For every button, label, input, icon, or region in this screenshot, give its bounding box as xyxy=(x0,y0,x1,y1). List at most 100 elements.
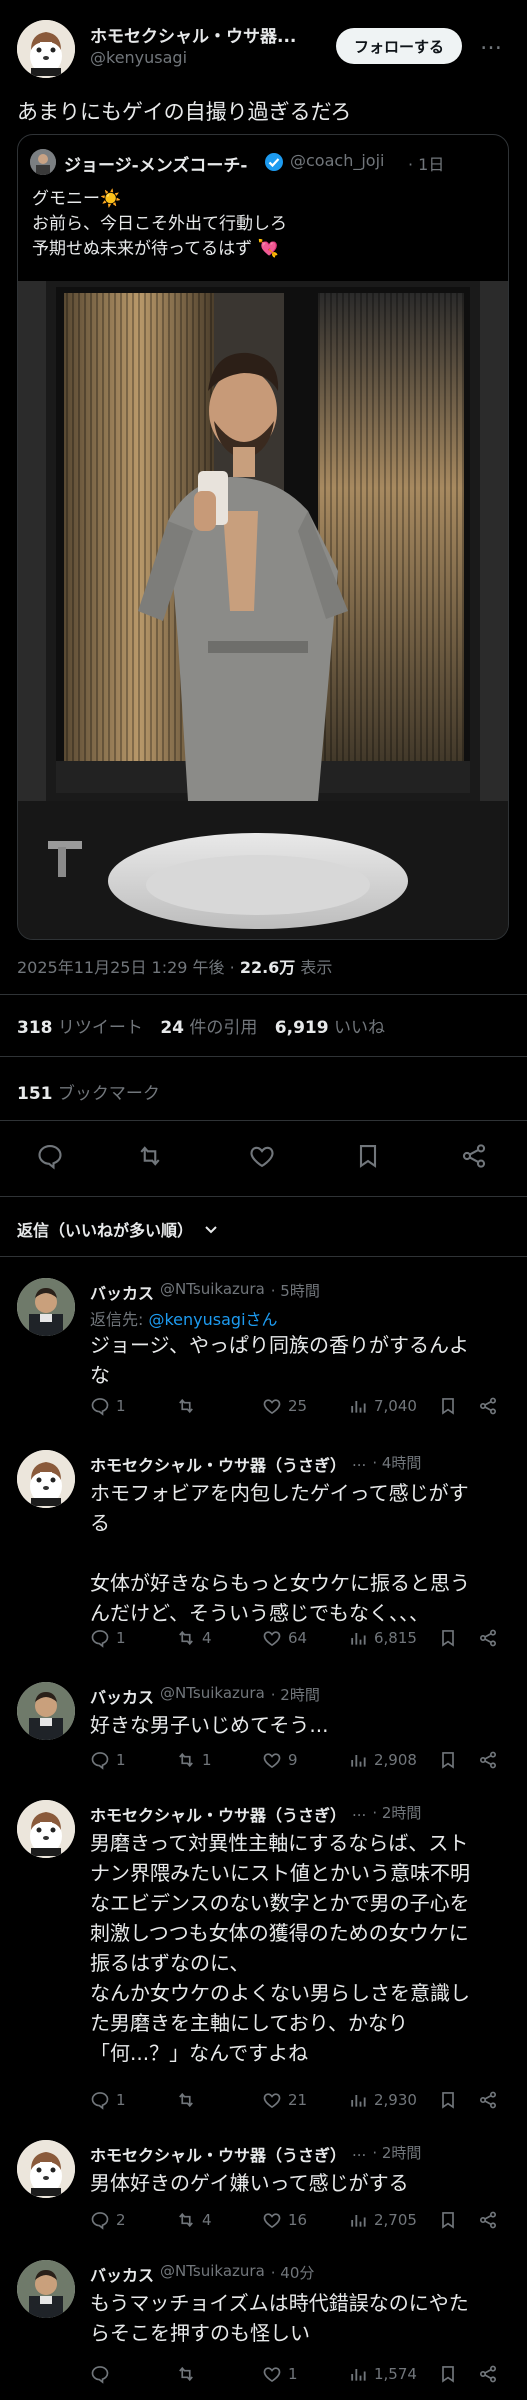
author-avatar[interactable] xyxy=(17,20,75,78)
share-button[interactable] xyxy=(478,2210,498,2230)
reply-to-handle[interactable]: @kenyusagiさん xyxy=(148,1310,277,1329)
share-button[interactable] xyxy=(478,2090,498,2110)
retweet-button[interactable] xyxy=(176,2090,202,2110)
bookmark-button[interactable] xyxy=(438,2210,458,2230)
retweet-button[interactable] xyxy=(176,2364,202,2384)
quote-handle: @coach_joji xyxy=(290,151,385,170)
more-options-icon[interactable]: … xyxy=(480,30,502,55)
views-button[interactable]: 2,705 xyxy=(348,2210,417,2230)
author-handle[interactable]: @kenyusagi xyxy=(90,48,187,67)
retweet-button[interactable] xyxy=(176,1396,202,1416)
quote-photo[interactable] xyxy=(18,281,508,939)
views-button[interactable]: 2,930 xyxy=(348,2090,417,2110)
bookmark-stat[interactable]: 151 ブックマーク xyxy=(17,1079,160,1104)
reply-header: バッカス @NTsuikazura · 40分 xyxy=(90,2262,314,2286)
bookmark-icon xyxy=(438,2210,458,2230)
reply-text-line: もうマッチョイズムは時代錯誤なのにやた xyxy=(90,2291,469,2315)
reply-author-name[interactable]: ホモセクシャル・ウサ器（うさぎ） xyxy=(90,2142,346,2166)
share-icon[interactable] xyxy=(460,1142,488,1170)
reply-avatar[interactable] xyxy=(17,2260,75,2318)
like-button[interactable]: 21 xyxy=(262,2090,307,2110)
bookmark-icon xyxy=(438,2090,458,2110)
divider xyxy=(0,994,527,995)
bookmark-button[interactable] xyxy=(438,1628,458,1648)
reply-button[interactable]: 2 xyxy=(90,2210,126,2230)
like-stat[interactable]: 6,919 いいね xyxy=(275,1018,385,1038)
reply-text-line: ジョージ、やっぱり同族の香りがするんよ xyxy=(90,1333,469,1357)
reply-button[interactable]: 1 xyxy=(90,2090,126,2110)
retweet-count: 318 xyxy=(17,1018,53,1038)
reply-time[interactable]: · 2時間 xyxy=(372,2142,421,2166)
reply-avatar[interactable] xyxy=(17,1800,75,1858)
like-button[interactable]: 1 xyxy=(262,2364,298,2384)
bookmark-icon[interactable] xyxy=(354,1142,382,1170)
reply-avatar[interactable] xyxy=(17,2140,75,2198)
reply-item[interactable]: ホモセクシャル・ウサ器（うさぎ） ... · 2時間 男磨きって対異性主軸にする… xyxy=(0,1792,527,2132)
views-button[interactable]: 7,040 xyxy=(348,1396,417,1416)
views-icon xyxy=(348,1396,368,1416)
retweet-button[interactable]: 4 xyxy=(176,2210,212,2230)
reply-button[interactable]: 1 xyxy=(90,1628,126,1648)
retweet-icon xyxy=(176,2090,196,2110)
share-button[interactable] xyxy=(478,2364,498,2384)
reply-text-line: た男磨きを主軸にしており、かなり xyxy=(90,2011,408,2035)
reply-sort-label: 返信（いいねが多い順） xyxy=(17,1221,194,1240)
reply-button[interactable] xyxy=(90,2364,116,2384)
reply-action-bar: 1 25 7,040 xyxy=(90,1396,510,1422)
quote-count: 24 xyxy=(160,1018,184,1038)
reply-author-name[interactable]: バッカス xyxy=(90,1684,154,1708)
reply-author-name[interactable]: ホモセクシャル・ウサ器（うさぎ） xyxy=(90,1452,346,1476)
quote-stat[interactable]: 24 件の引用 xyxy=(160,1018,257,1038)
share-button[interactable] xyxy=(478,1396,498,1416)
like-button[interactable]: 16 xyxy=(262,2210,307,2230)
reply-avatar[interactable] xyxy=(17,1278,75,1336)
reply-author-name[interactable]: バッカス xyxy=(90,2262,154,2286)
reply-time[interactable]: · 5時間 xyxy=(271,1280,320,1304)
reply-author-handle[interactable]: ... xyxy=(352,1802,366,1826)
bookmark-button[interactable] xyxy=(438,2090,458,2110)
bookmark-button[interactable] xyxy=(438,2364,458,2384)
reply-author-name[interactable]: ホモセクシャル・ウサ器（うさぎ） xyxy=(90,1802,346,1826)
retweet-stat[interactable]: 318 リツイート xyxy=(17,1018,143,1038)
bookmark-button[interactable] xyxy=(438,1396,458,1416)
quoted-post[interactable]: ジョージ-メンズコーチ- @coach_joji · 1日 グモニー☀️ お前ら… xyxy=(17,134,509,940)
share-button[interactable] xyxy=(478,1628,498,1648)
post-meta: 2025年11月25日 1:29 午後 · 22.6万 表示 xyxy=(17,954,332,978)
follow-button[interactable]: フォローする xyxy=(336,28,462,64)
reply-avatar[interactable] xyxy=(17,1450,75,1508)
chevron-down-icon xyxy=(203,1221,219,1237)
views-button[interactable]: 1,574 xyxy=(348,2364,417,2384)
reply-button[interactable]: 1 xyxy=(90,1396,126,1416)
reply-author-handle[interactable]: ... xyxy=(352,2142,366,2166)
reply-time[interactable]: · 2時間 xyxy=(372,1802,421,1826)
views-button[interactable]: 6,815 xyxy=(348,1628,417,1648)
reply-author-handle[interactable]: ... xyxy=(352,1452,366,1476)
post-timestamp[interactable]: 2025年11月25日 1:29 午後 · xyxy=(17,958,240,977)
reply-time[interactable]: · 2時間 xyxy=(271,1684,320,1708)
reply-icon[interactable] xyxy=(36,1142,64,1170)
retweet-icon[interactable] xyxy=(136,1142,164,1170)
share-button[interactable] xyxy=(478,1750,498,1770)
reply-text: 好きな男子いじめてそう... xyxy=(90,1710,328,1740)
share-icon xyxy=(478,2364,498,2384)
reply-time[interactable]: · 40分 xyxy=(271,2262,315,2286)
author-name[interactable]: ホモセクシャル・ウサ器... xyxy=(90,22,296,47)
like-button[interactable]: 9 xyxy=(262,1750,298,1770)
reply-author-name[interactable]: バッカス xyxy=(90,1280,154,1304)
retweet-label: リツイート xyxy=(57,1018,143,1038)
reply-button[interactable]: 1 xyxy=(90,1750,126,1770)
like-button[interactable]: 25 xyxy=(262,1396,307,1416)
reply-author-handle[interactable]: @NTsuikazura xyxy=(160,1684,265,1708)
views-button[interactable]: 2,908 xyxy=(348,1750,417,1770)
reply-sort-dropdown[interactable]: 返信（いいねが多い順） xyxy=(17,1217,219,1241)
retweet-button[interactable]: 1 xyxy=(176,1750,212,1770)
reply-icon xyxy=(90,1396,110,1416)
reply-time[interactable]: · 4時間 xyxy=(372,1452,421,1476)
like-button[interactable]: 64 xyxy=(262,1628,307,1648)
reply-avatar[interactable] xyxy=(17,1682,75,1740)
bookmark-button[interactable] xyxy=(438,1750,458,1770)
like-icon[interactable] xyxy=(248,1142,276,1170)
reply-author-handle[interactable]: @NTsuikazura xyxy=(160,1280,265,1304)
reply-author-handle[interactable]: @NTsuikazura xyxy=(160,2262,265,2286)
retweet-button[interactable]: 4 xyxy=(176,1628,212,1648)
